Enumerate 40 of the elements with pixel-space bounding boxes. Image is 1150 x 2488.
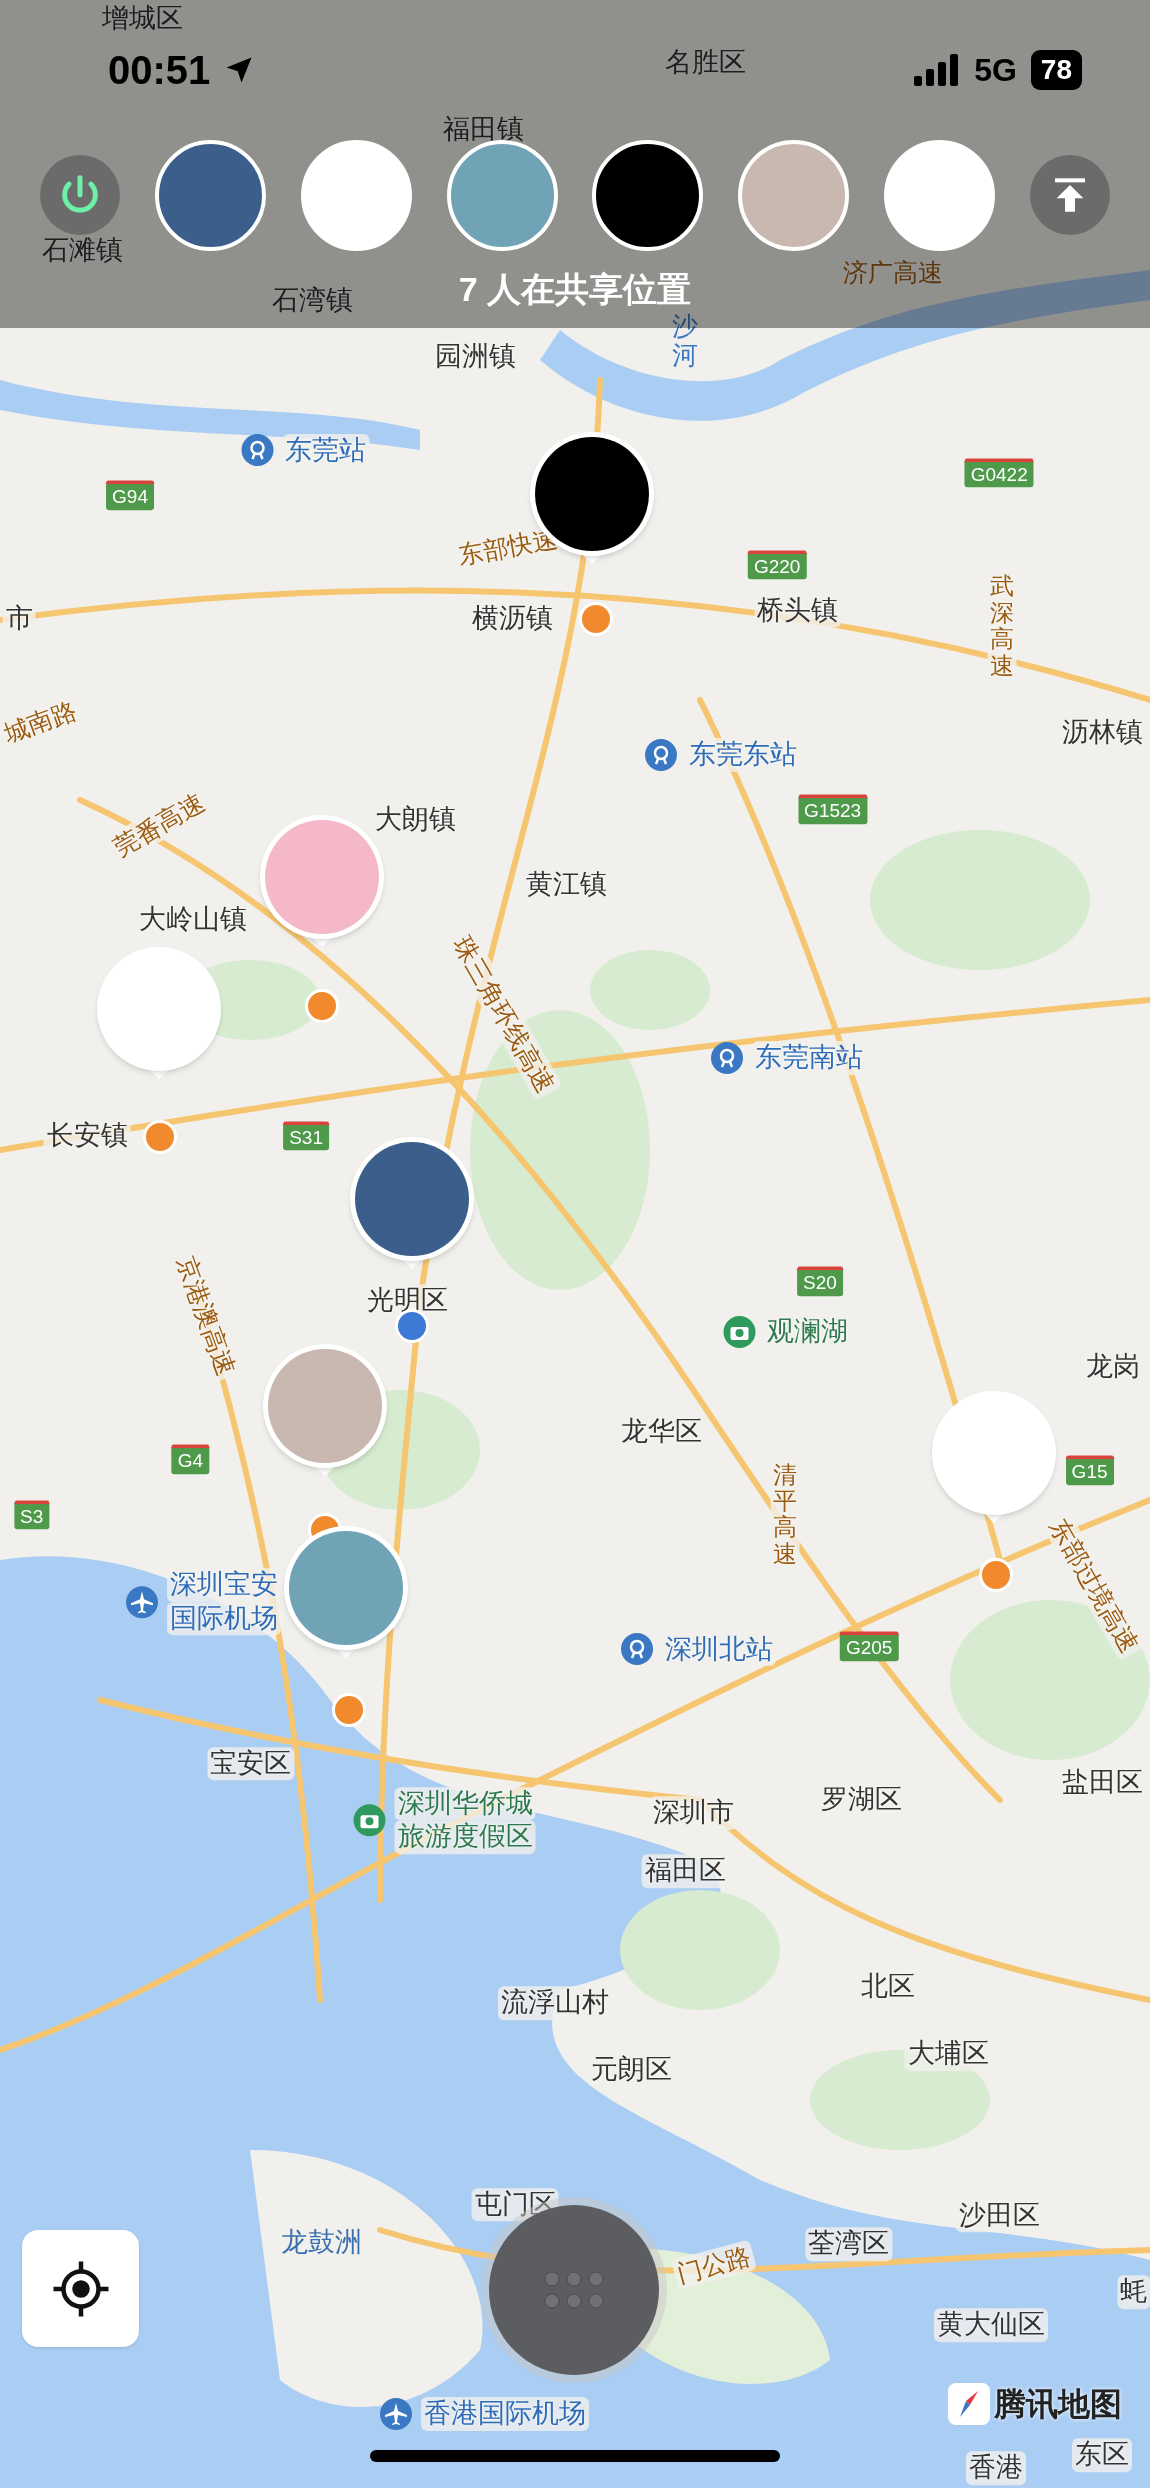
place-label: 荃湾区 xyxy=(805,2227,892,2262)
highway-shield: G220 xyxy=(747,549,807,580)
place-label: 深圳市 xyxy=(649,1795,737,1830)
locate-button[interactable] xyxy=(22,2230,139,2347)
scenic-spot-label: 旅游度假区 xyxy=(394,1820,536,1855)
airport-label: 香港国际机场 xyxy=(420,2397,589,2431)
highway-shield: G205 xyxy=(839,1631,899,1662)
place-label: 桥头镇 xyxy=(754,593,842,628)
status-time: 00:51 xyxy=(108,47,211,94)
highway-shield: S3 xyxy=(14,1499,50,1530)
airplane-icon xyxy=(125,1584,159,1619)
network-label: 5G xyxy=(974,51,1017,90)
signal-icon xyxy=(914,54,961,86)
train-station-icon xyxy=(619,1632,654,1667)
grid-dots-icon xyxy=(543,2270,605,2310)
highway-shield: G4 xyxy=(171,1444,209,1474)
camera-icon xyxy=(722,1315,757,1350)
place-label: 东区 xyxy=(1072,2438,1133,2472)
compass-icon xyxy=(948,2383,990,2425)
airport-label: 国际机场 xyxy=(167,1601,281,1636)
train-station-icon xyxy=(240,433,274,468)
camera-icon xyxy=(352,1803,387,1838)
place-label: 蚝 xyxy=(1117,2274,1150,2309)
highway-shield: S20 xyxy=(797,1266,843,1297)
highway-shield: G15 xyxy=(1065,1455,1114,1486)
place-label: 黄大仙区 xyxy=(934,2308,1049,2342)
place-label: 宝安区 xyxy=(207,1746,295,1781)
highway-shield: G0422 xyxy=(964,457,1034,488)
place-label: 香港 xyxy=(966,2450,1026,2485)
battery-indicator: 78 xyxy=(1030,50,1082,90)
map-logo: 腾讯地图 xyxy=(994,2385,1122,2424)
highway-shield: G1523 xyxy=(798,794,868,824)
sharing-caption: 7 人在共享位置 xyxy=(458,269,692,310)
airplane-icon xyxy=(378,2396,413,2431)
train-station-icon xyxy=(643,737,678,772)
scenic-spot-label: 深圳华侨城 xyxy=(394,1786,536,1821)
train-station-icon xyxy=(710,1040,745,1075)
highway-shield: S31 xyxy=(283,1120,329,1151)
highway-shield: G94 xyxy=(106,479,154,510)
water-label: 龙鼓洲 xyxy=(281,2225,363,2259)
